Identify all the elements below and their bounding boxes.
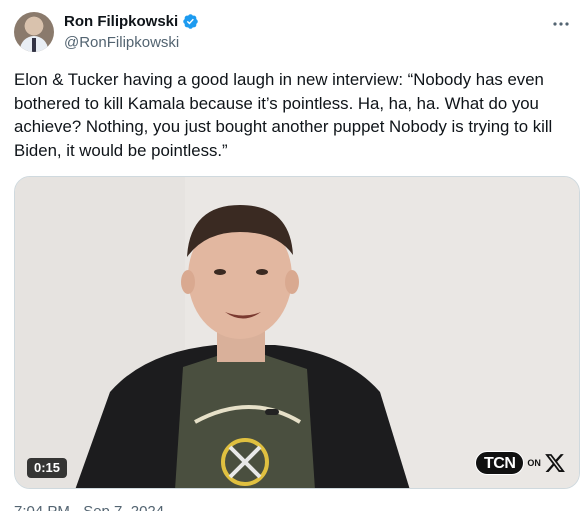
author-name-row[interactable]: Ron Filipkowski xyxy=(64,13,199,30)
verified-badge-icon xyxy=(183,14,198,29)
video-player[interactable]: 0:15 TCN ON xyxy=(14,176,580,489)
more-options-icon[interactable] xyxy=(550,14,572,34)
x-logo-icon xyxy=(545,454,565,472)
tcn-watermark-logo: TCN ON xyxy=(475,451,566,475)
tweet-header: Ron Filipkowski @RonFilipkowski xyxy=(14,12,574,54)
author-handle[interactable]: @RonFilipkowski xyxy=(64,34,179,51)
watermark-on-text: ON xyxy=(527,458,541,468)
tweet-text: Elon & Tucker having a good laugh in new… xyxy=(14,70,553,160)
author-display-name[interactable]: Ron Filipkowski xyxy=(64,13,178,30)
watermark-main-text: TCN xyxy=(475,451,525,475)
tweet-timestamp[interactable]: 7:04 PM · Sep 7, 2024 · ... xyxy=(14,503,190,511)
avatar[interactable] xyxy=(14,12,54,52)
video-duration: 0:15 xyxy=(27,458,68,478)
video-thumbnail xyxy=(15,177,579,488)
